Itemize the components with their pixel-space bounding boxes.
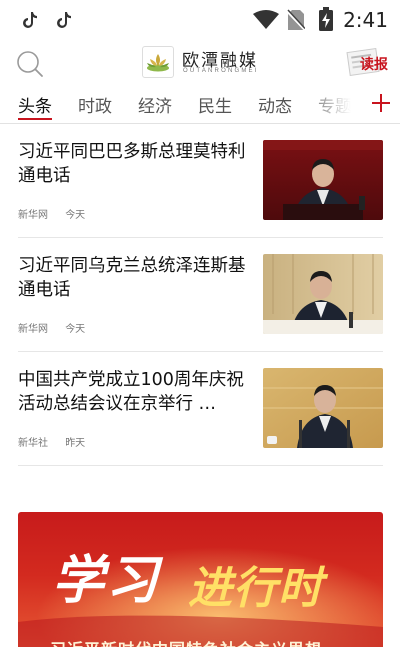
tab-politics[interactable]: 时政: [78, 92, 112, 117]
banner-subtitle: 习近平新时代中国特色社会主义思想: [50, 636, 322, 647]
read-newspaper-button[interactable]: 读报: [346, 48, 390, 78]
no-sim-icon: [287, 9, 305, 31]
tab-news-updates[interactable]: 动态: [258, 92, 292, 117]
news-meta: 新华社 昨天: [18, 434, 99, 449]
news-title[interactable]: 习近平同乌克兰总统泽连斯基通电话: [18, 254, 248, 302]
news-title[interactable]: 中国共产党成立100周年庆祝活动总结会议在京举行 …: [18, 368, 248, 416]
news-item[interactable]: 习近平同巴巴多斯总理莫特利通电话 新华网 今天: [18, 124, 383, 238]
tab-headlines[interactable]: 头条: [18, 92, 52, 117]
news-thumbnail[interactable]: [263, 254, 383, 334]
tiktok-icon: [57, 12, 71, 28]
active-tab-indicator: [18, 118, 52, 120]
banner-title-study: 学习: [52, 551, 161, 611]
tab-fade-overlay: [300, 88, 360, 122]
news-item[interactable]: 中国共产党成立100周年庆祝活动总结会议在京举行 … 新华社 昨天: [18, 352, 383, 466]
promo-banner[interactable]: 学习 进行时 习近平新时代中国特色社会主义思想: [18, 512, 383, 647]
battery-charging-icon: [319, 7, 333, 31]
tab-economy[interactable]: 经济: [138, 92, 172, 117]
brand-subtitle: OUTANRONGMEI: [183, 68, 259, 74]
search-icon: [17, 51, 43, 77]
lotus-logo-icon: [147, 54, 169, 72]
read-newspaper-label: 读报: [360, 57, 388, 73]
wifi-icon: [253, 10, 279, 29]
news-meta: 新华网 今天: [18, 320, 99, 335]
list-divider: [18, 465, 383, 466]
category-tabs: 头条 时政 经济 民生 动态 专题: [0, 88, 400, 124]
tiktok-icon: [23, 12, 37, 28]
news-time: 昨天: [65, 438, 86, 449]
news-meta: 新华网 今天: [18, 206, 99, 221]
search-button[interactable]: [14, 48, 46, 80]
banner-title-progress: 进行时: [188, 563, 323, 614]
news-thumbnail[interactable]: [263, 140, 383, 220]
news-source: 新华网: [18, 324, 48, 335]
status-bar: 2:41: [0, 0, 400, 40]
app-header: 欧潭融媒 OUTANRONGMEI 读报: [0, 40, 400, 88]
news-source: 新华网: [18, 210, 48, 221]
add-channel-icon[interactable]: [370, 90, 392, 116]
brand-logo: [142, 46, 174, 78]
clock-time: 2:41: [343, 8, 388, 32]
news-time: 今天: [65, 324, 86, 335]
news-source: 新华社: [18, 438, 48, 449]
news-time: 今天: [65, 210, 86, 221]
news-item[interactable]: 习近平同乌克兰总统泽连斯基通电话 新华网 今天: [18, 238, 383, 352]
tab-livelihood[interactable]: 民生: [198, 92, 232, 117]
brand-logo-area: 欧潭融媒 OUTANRONGMEI: [142, 44, 272, 80]
news-title[interactable]: 习近平同巴巴多斯总理莫特利通电话: [18, 140, 248, 188]
news-thumbnail[interactable]: [263, 368, 383, 448]
